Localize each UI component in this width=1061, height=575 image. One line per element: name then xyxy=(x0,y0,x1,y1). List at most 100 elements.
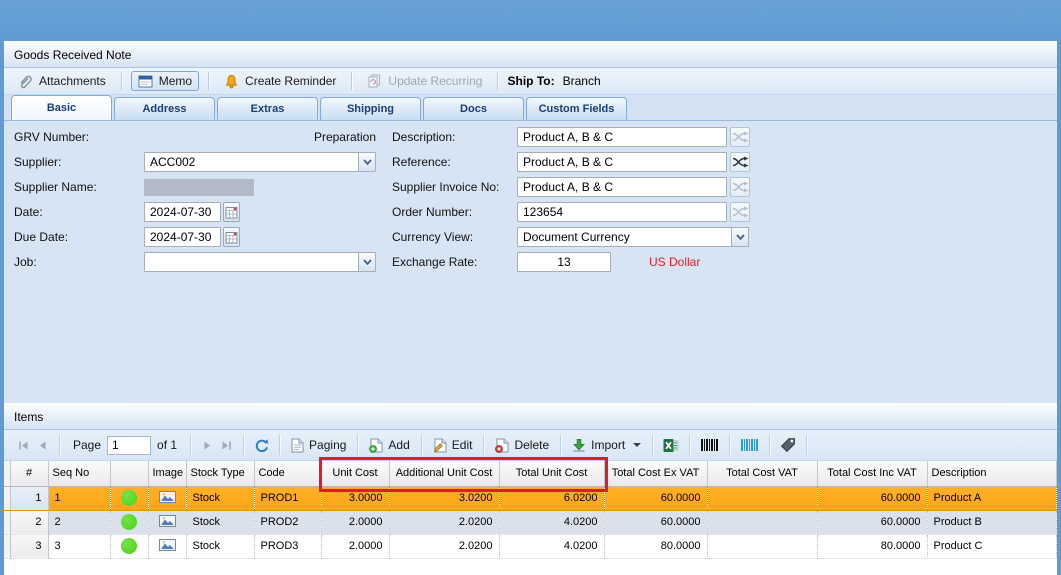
cell-seq-no: 3 xyxy=(48,534,110,558)
barcode-blue-button[interactable] xyxy=(737,438,762,452)
supplier-invoice-copy-button[interactable] xyxy=(730,177,750,197)
cell-total-unit-cost: 4.0200 xyxy=(499,510,604,534)
page-input[interactable] xyxy=(107,436,151,455)
job-dropdown-button[interactable] xyxy=(358,253,375,271)
import-dropdown-caret xyxy=(633,443,641,447)
due-date-label: Due Date: xyxy=(14,227,68,247)
toolbar-separator xyxy=(121,72,122,90)
toolbar-separator xyxy=(421,435,422,455)
col-total-unit-cost[interactable]: Total Unit Cost xyxy=(499,461,604,486)
tab-extras[interactable]: Extras xyxy=(217,97,318,120)
order-number-copy-button[interactable] xyxy=(730,202,750,222)
currency-view-label: Currency View: xyxy=(392,227,473,247)
last-page-button[interactable] xyxy=(217,439,236,452)
col-seq-no[interactable]: Seq No xyxy=(48,461,110,486)
prev-page-button[interactable] xyxy=(33,439,52,452)
update-recurring-label: Update Recurring xyxy=(388,74,482,88)
cell-stock-type: Stock xyxy=(186,534,254,558)
edit-icon xyxy=(433,438,447,453)
toolbar-separator xyxy=(652,435,653,455)
paging-button[interactable]: Paging xyxy=(287,436,350,455)
col-additional-unit-cost[interactable]: Additional Unit Cost xyxy=(389,461,499,486)
col-image[interactable]: Image xyxy=(148,461,186,486)
items-grid: # Seq No Image Stock Type Code Unit Cost… xyxy=(4,461,1057,575)
cell-description: Product B xyxy=(927,510,1057,534)
cell-image[interactable] xyxy=(148,486,186,510)
table-row[interactable]: 1 1 Stock PROD1 3.0000 3.0200 6.0200 60.… xyxy=(4,486,1057,510)
col-description[interactable]: Description xyxy=(927,461,1057,486)
due-date-picker-button[interactable] xyxy=(223,227,240,247)
order-number-field[interactable] xyxy=(517,202,727,222)
reference-field[interactable] xyxy=(517,152,727,172)
refresh-button[interactable] xyxy=(251,438,272,453)
add-button[interactable]: Add xyxy=(365,436,413,455)
date-picker-button[interactable] xyxy=(223,202,240,222)
cell-image[interactable] xyxy=(148,510,186,534)
tab-basic[interactable]: Basic xyxy=(11,95,112,120)
currency-view-combo[interactable]: Document Currency xyxy=(517,227,749,247)
table-row[interactable]: 3 3 Stock PROD3 2.0000 2.0200 4.0200 80.… xyxy=(4,534,1057,558)
currency-view-dropdown-button[interactable] xyxy=(731,228,748,246)
tag-button[interactable] xyxy=(777,437,799,453)
table-row[interactable]: 2 2 Stock PROD2 2.0000 2.0200 4.0200 60.… xyxy=(4,510,1057,534)
cell-status xyxy=(110,510,148,534)
cell-total-cost-vat xyxy=(707,510,817,534)
next-page-button[interactable] xyxy=(198,439,217,452)
delete-button[interactable]: Delete xyxy=(491,436,553,455)
tag-icon xyxy=(780,437,796,453)
col-status[interactable] xyxy=(110,461,148,486)
tab-address[interactable]: Address xyxy=(114,97,215,120)
description-field[interactable] xyxy=(517,127,727,147)
cell-total-cost-ex-vat: 60.0000 xyxy=(604,486,707,510)
col-total-cost-ex-vat[interactable]: Total Cost Ex VAT xyxy=(604,461,707,486)
toolbar-separator xyxy=(208,72,209,90)
prev-page-icon xyxy=(36,439,49,452)
order-number-label: Order Number: xyxy=(392,202,472,222)
supplier-combo[interactable]: ACC002 xyxy=(144,152,376,172)
cell-image[interactable] xyxy=(148,534,186,558)
ship-to-value[interactable]: Branch xyxy=(563,74,601,88)
tab-docs[interactable]: Docs xyxy=(423,97,524,120)
col-row-number[interactable]: # xyxy=(10,461,48,486)
cell-stock-type: Stock xyxy=(186,486,254,510)
bell-icon xyxy=(224,74,239,89)
description-copy-button[interactable] xyxy=(730,127,750,147)
supplier-invoice-no-label: Supplier Invoice No: xyxy=(392,177,499,197)
grv-status: Preparation xyxy=(144,127,376,147)
barcode-button[interactable] xyxy=(697,438,722,452)
cell-stock-type: Stock xyxy=(186,510,254,534)
col-code[interactable]: Code xyxy=(254,461,321,486)
attachments-button[interactable]: Attachments xyxy=(12,72,112,91)
basic-tab-panel: GRV Number: Preparation Supplier: ACC002… xyxy=(4,121,1057,403)
supplier-value: ACC002 xyxy=(145,153,358,171)
supplier-invoice-no-field[interactable] xyxy=(517,177,727,197)
reference-label: Reference: xyxy=(392,152,451,172)
due-date-field[interactable] xyxy=(144,227,221,247)
col-total-cost-inc-vat[interactable]: Total Cost Inc VAT xyxy=(817,461,927,486)
edit-button[interactable]: Edit xyxy=(429,436,477,455)
toolbar-separator xyxy=(769,435,770,455)
delete-label: Delete xyxy=(514,438,549,452)
tab-custom-fields[interactable]: Custom Fields xyxy=(526,97,627,120)
col-stock-type[interactable]: Stock Type xyxy=(186,461,254,486)
main-toolbar: Attachments Memo Create Reminder Update … xyxy=(4,68,1057,95)
import-button[interactable]: Import xyxy=(568,436,645,454)
col-total-cost-vat[interactable]: Total Cost VAT xyxy=(707,461,817,486)
cell-total-cost-vat xyxy=(707,534,817,558)
create-reminder-button[interactable]: Create Reminder xyxy=(218,72,342,91)
col-unit-cost[interactable]: Unit Cost xyxy=(321,461,389,486)
date-field[interactable] xyxy=(144,202,221,222)
image-icon xyxy=(159,515,176,527)
reference-copy-button[interactable] xyxy=(730,152,750,172)
export-excel-button[interactable] xyxy=(660,438,682,453)
grv-number-label: GRV Number: xyxy=(14,127,89,147)
memo-button[interactable]: Memo xyxy=(131,71,199,91)
first-page-button[interactable] xyxy=(14,439,33,452)
delete-icon xyxy=(495,438,509,453)
job-combo[interactable] xyxy=(144,252,376,272)
supplier-dropdown-button[interactable] xyxy=(358,153,375,171)
tab-shipping[interactable]: Shipping xyxy=(320,97,421,120)
import-icon xyxy=(572,438,586,452)
exchange-rate-field[interactable] xyxy=(517,252,611,272)
update-recurring-button[interactable]: Update Recurring xyxy=(361,72,488,90)
